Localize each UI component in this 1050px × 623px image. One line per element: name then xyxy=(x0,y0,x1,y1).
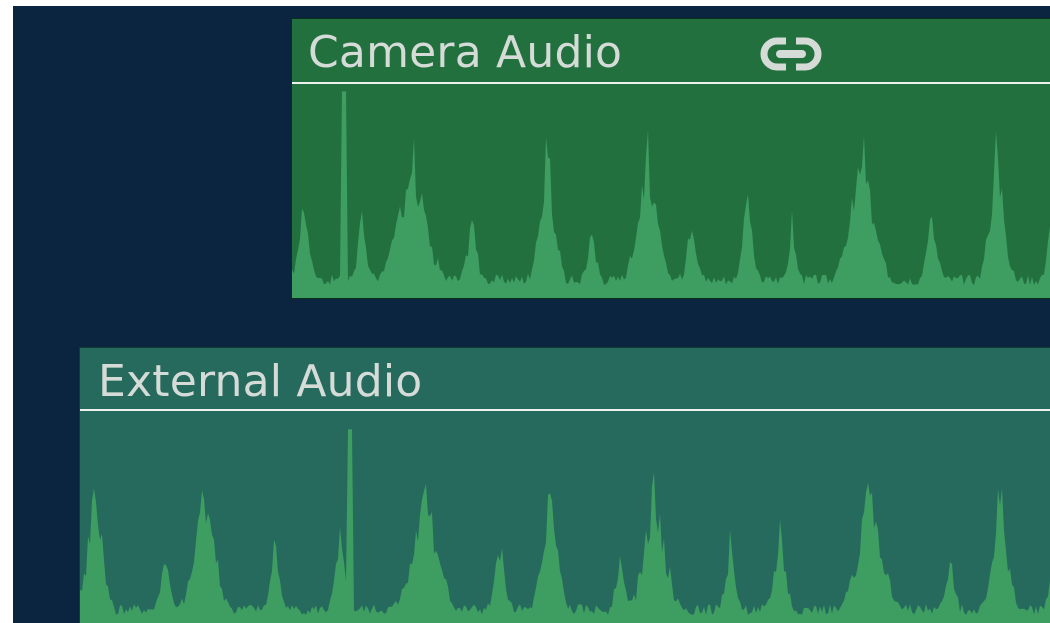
camera-audio-header-line xyxy=(292,82,1050,84)
camera-audio-clip[interactable]: Camera Audio xyxy=(291,18,1050,299)
timeline: Camera Audio External Audio xyxy=(13,6,1050,623)
external-audio-header-line xyxy=(80,409,1050,411)
camera-audio-clip-title: Camera Audio xyxy=(308,27,623,78)
external-audio-clip-header[interactable]: External Audio xyxy=(80,348,1050,410)
external-audio-waveform xyxy=(80,412,1050,623)
waveform-path xyxy=(292,91,1050,298)
camera-audio-waveform-graphic xyxy=(292,91,1050,298)
timeline-top-edge xyxy=(13,6,1050,16)
external-audio-clip[interactable]: External Audio xyxy=(79,347,1050,623)
external-audio-clip-title: External Audio xyxy=(98,356,423,407)
camera-audio-clip-header[interactable]: Camera Audio xyxy=(292,19,1050,83)
camera-audio-waveform xyxy=(292,85,1050,298)
link-icon[interactable] xyxy=(760,37,822,71)
waveform-path xyxy=(80,429,1050,623)
external-audio-waveform-graphic xyxy=(80,429,1050,623)
